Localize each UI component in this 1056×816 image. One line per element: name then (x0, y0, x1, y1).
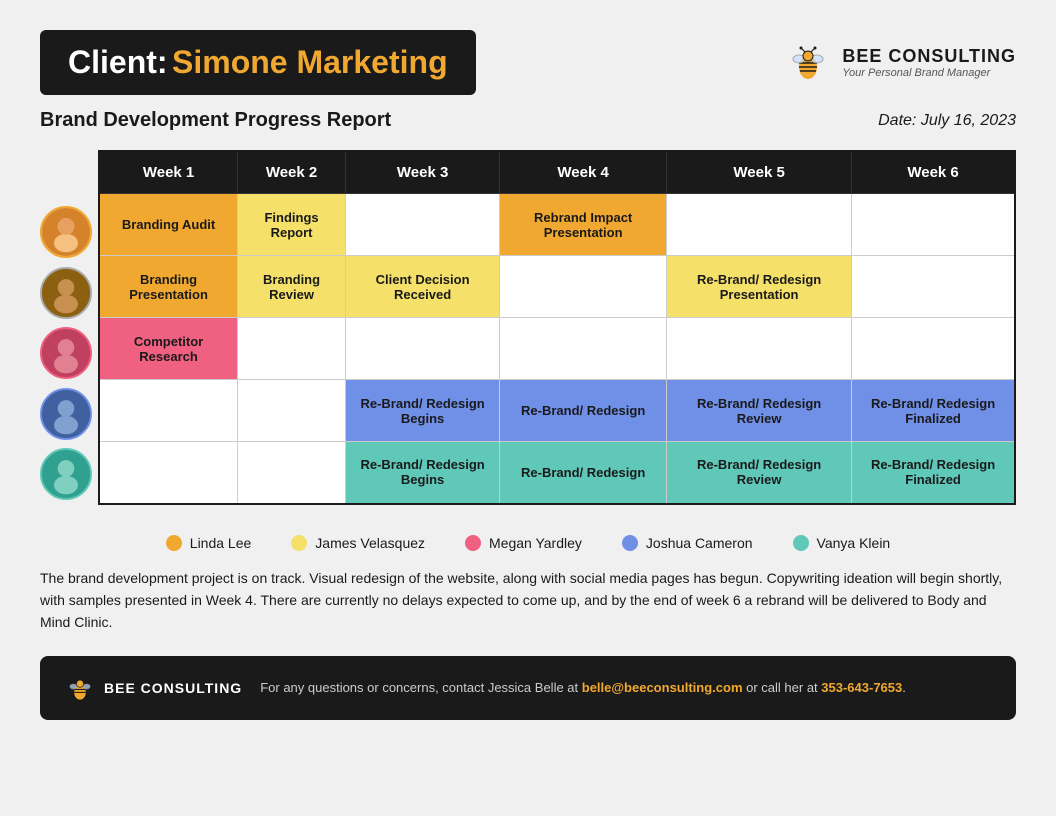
col-week2: Week 2 (238, 151, 346, 194)
footer: BEE CONSULTING For any questions or conc… (40, 656, 1016, 720)
table-cell (852, 194, 1015, 256)
legend-label: Linda Lee (190, 535, 252, 551)
table-cell: Rebrand Impact Presentation (500, 194, 667, 256)
footer-bee-icon (64, 672, 96, 704)
logo-tagline: Your Personal Brand Manager (842, 67, 1016, 79)
table-cell: Findings Report (238, 194, 346, 256)
table-wrapper: Week 1 Week 2 Week 3 Week 4 Week 5 Week … (40, 150, 1016, 505)
legend-item: Megan Yardley (465, 535, 582, 551)
table-cell: Re-Brand/ Redesign Review (667, 380, 852, 442)
legend-label: Joshua Cameron (646, 535, 753, 551)
client-name: Simone Marketing (172, 44, 448, 80)
table-cell (852, 318, 1015, 380)
client-label: Client: (68, 44, 168, 80)
footer-contact-text: For any questions or concerns, contact J… (260, 680, 906, 695)
legend-dot (166, 535, 182, 551)
footer-company-name: BEE CONSULTING (104, 680, 242, 696)
col-week1: Week 1 (99, 151, 238, 194)
table-cell: Re-Brand/ Redesign (500, 380, 667, 442)
table-cell (238, 442, 346, 504)
legend-label: James Velasquez (315, 535, 425, 551)
legend-dot (291, 535, 307, 551)
avatar-megan (40, 327, 92, 379)
company-name: BEE CONSULTING (842, 46, 1016, 67)
table-cell: Re-Brand/ Redesign Review (667, 442, 852, 504)
table-cell: Re-Brand/ Redesign Finalized (852, 380, 1015, 442)
footer-email[interactable]: belle@beeconsulting.com (582, 680, 743, 695)
table-cell: Re-Brand/ Redesign (500, 442, 667, 504)
legend-item: Linda Lee (166, 535, 252, 551)
table-cell (500, 318, 667, 380)
legend-item: Joshua Cameron (622, 535, 753, 551)
footer-phone[interactable]: 353-643-7653 (821, 680, 902, 695)
title-box: Client: Simone Marketing (40, 30, 476, 95)
date-label: Date: July 16, 2023 (878, 112, 1016, 130)
page: Client: Simone Marketing (40, 30, 1016, 720)
logo-text: BEE CONSULTING Your Personal Brand Manag… (842, 46, 1016, 79)
legend-row: Linda Lee James Velasquez Megan Yardley Jos… (40, 535, 1016, 551)
legend-label: Vanya Klein (817, 535, 891, 551)
subtitle-row: Brand Development Progress Report Date: … (40, 109, 1016, 132)
table-cell: Re-Brand/ Redesign Begins (345, 442, 499, 504)
table-cell (852, 256, 1015, 318)
report-title: Brand Development Progress Report (40, 109, 391, 132)
bee-icon (786, 41, 830, 85)
col-week6: Week 6 (852, 151, 1015, 194)
legend-item: Vanya Klein (793, 535, 891, 551)
avatar-linda (40, 206, 92, 258)
table-cell: Competitor Research (99, 318, 238, 380)
table-cell (238, 318, 346, 380)
legend-dot (465, 535, 481, 551)
table-cell: Client Decision Received (345, 256, 499, 318)
description-text: The brand development project is on trac… (40, 567, 1016, 634)
avatar-joshua (40, 388, 92, 440)
legend-label: Megan Yardley (489, 535, 582, 551)
legend-item: James Velasquez (291, 535, 425, 551)
legend-dot (622, 535, 638, 551)
avatar-vanya (40, 448, 92, 500)
col-week3: Week 3 (345, 151, 499, 194)
table-cell: Branding Presentation (99, 256, 238, 318)
table-cell: Branding Review (238, 256, 346, 318)
footer-logo: BEE CONSULTING (64, 672, 242, 704)
col-week4: Week 4 (500, 151, 667, 194)
table-cell (99, 380, 238, 442)
header-row: Client: Simone Marketing (40, 30, 1016, 95)
table-cell: Re-Brand/ Redesign Finalized (852, 442, 1015, 504)
table-cell: Re-Brand/ Redesign Begins (345, 380, 499, 442)
col-week5: Week 5 (667, 151, 852, 194)
table-cell (667, 194, 852, 256)
table-cell (345, 318, 499, 380)
avatar-james (40, 267, 92, 319)
table-cell (667, 318, 852, 380)
legend-dot (793, 535, 809, 551)
schedule-table: Week 1 Week 2 Week 3 Week 4 Week 5 Week … (98, 150, 1016, 505)
avatar-column (40, 150, 98, 505)
table-cell (238, 380, 346, 442)
table-cell (345, 194, 499, 256)
table-cell: Re-Brand/ Redesign Presentation (667, 256, 852, 318)
table-cell: Branding Audit (99, 194, 238, 256)
table-cell (500, 256, 667, 318)
table-cell (99, 442, 238, 504)
logo-area: BEE CONSULTING Your Personal Brand Manag… (786, 41, 1016, 85)
